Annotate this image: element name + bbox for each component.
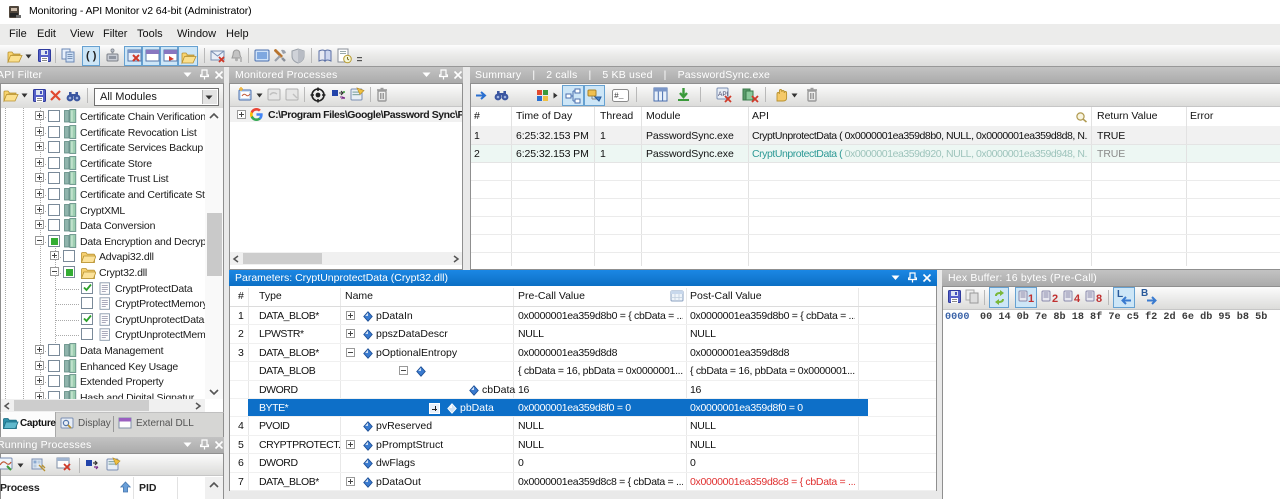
svg-text:#_: #_ xyxy=(614,92,624,101)
